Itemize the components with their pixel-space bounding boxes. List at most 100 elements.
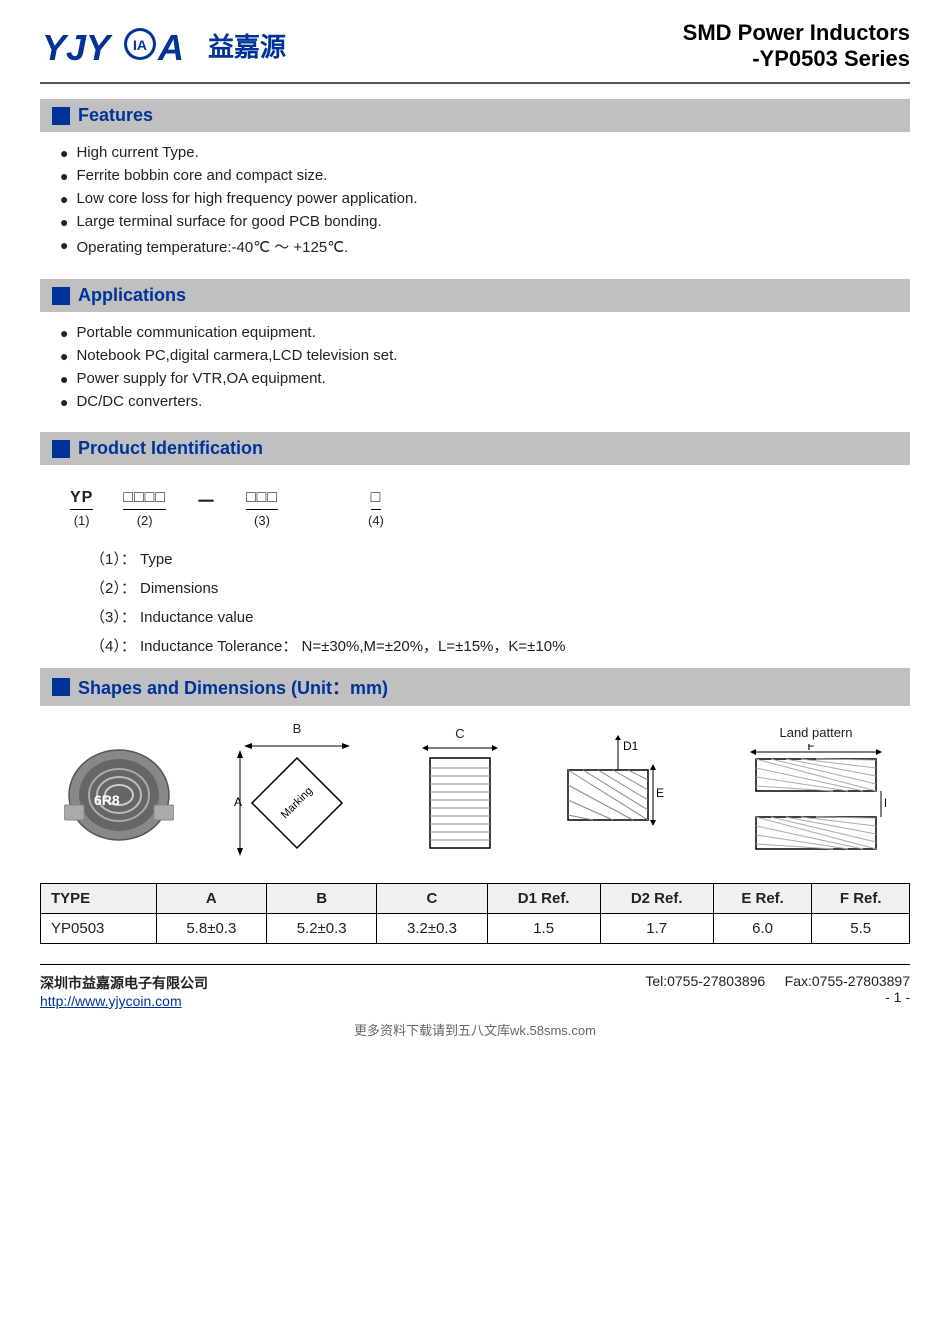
cell-f: 5.5 xyxy=(812,914,910,944)
logo-icon: YJY IA A xyxy=(40,20,200,70)
features-icon xyxy=(52,107,70,125)
table-row: YP0503 5.8±0.3 5.2±0.3 3.2±0.3 1.5 1.7 6… xyxy=(41,914,910,944)
pid-part1: YP (1) xyxy=(70,489,93,528)
features-header: Features xyxy=(40,99,910,132)
cell-type: YP0503 xyxy=(41,914,157,944)
cell-e: 6.0 xyxy=(713,914,812,944)
pid-legend-1: （1）： Type xyxy=(90,548,880,569)
features-title: Features xyxy=(78,105,153,126)
land-pattern: Land pattern F xyxy=(746,725,886,864)
col-e: E Ref. xyxy=(713,884,812,914)
fax: Fax:0755-27803897 xyxy=(785,973,910,989)
svg-text:E: E xyxy=(656,786,664,800)
title-line2: -YP0503 Series xyxy=(683,46,910,72)
features-list: High current Type. Ferrite bobbin core a… xyxy=(40,140,910,267)
cell-d2: 1.7 xyxy=(600,914,713,944)
shapes-title: Shapes and Dimensions (Unit：mm) xyxy=(78,674,388,700)
col-c: C xyxy=(377,884,487,914)
side-view: D1 E xyxy=(558,735,688,855)
pid-part1-label: (1) xyxy=(74,513,90,528)
land-pattern-label: Land pattern xyxy=(779,725,852,740)
svg-text:6R8: 6R8 xyxy=(94,792,120,808)
col-d2: D2 Ref. xyxy=(600,884,713,914)
applications-icon xyxy=(52,287,70,305)
land-pattern-svg: F D2 xyxy=(746,744,886,864)
applications-list: Portable communication equipment. Notebo… xyxy=(40,320,910,420)
pid-part1-code: YP xyxy=(70,489,93,510)
cell-c: 3.2±0.3 xyxy=(377,914,487,944)
website-link[interactable]: http://www.yjycoin.com xyxy=(40,993,182,1009)
page-footer: 深圳市益嘉源电子有限公司 http://www.yjycoin.com Tel:… xyxy=(40,964,910,1010)
feature-item-2: Ferrite bobbin core and compact size. xyxy=(60,167,910,184)
logo-box: YJY IA A 益嘉源 xyxy=(40,20,286,70)
shapes-diagrams: 6R8 B A Marking C xyxy=(40,721,910,868)
c-label: C xyxy=(455,726,464,741)
application-item-4: DC/DC converters. xyxy=(60,393,910,410)
table-header-row: TYPE A B C D1 Ref. D2 Ref. E Ref. F Ref. xyxy=(41,884,910,914)
top-view-svg: A Marking xyxy=(232,738,362,868)
tel: Tel:0755-27803896 xyxy=(645,973,765,989)
shapes-header: Shapes and Dimensions (Unit：mm) xyxy=(40,668,910,706)
coil-photo: 6R8 xyxy=(64,745,174,845)
company-name: 深圳市益嘉源电子有限公司 xyxy=(40,973,208,993)
feature-item-3: Low core loss for high frequency power a… xyxy=(60,190,910,207)
footer-left: 深圳市益嘉源电子有限公司 http://www.yjycoin.com xyxy=(40,973,208,1010)
pid-part2-label: (2) xyxy=(137,513,153,528)
pid-legend-2: （2）： Dimensions xyxy=(90,577,880,598)
application-item-1: Portable communication equipment. xyxy=(60,324,910,341)
pid-part3: □□□ (3) xyxy=(246,489,278,528)
pid-part3-label: (3) xyxy=(254,513,270,528)
product-id-header: Product Identification xyxy=(40,432,910,465)
col-b: B xyxy=(267,884,377,914)
col-f: F Ref. xyxy=(812,884,910,914)
applications-header: Applications xyxy=(40,279,910,312)
application-item-3: Power supply for VTR,OA equipment. xyxy=(60,370,910,387)
svg-text:A: A xyxy=(234,795,242,809)
dimensions-table: TYPE A B C D1 Ref. D2 Ref. E Ref. F Ref.… xyxy=(40,883,910,944)
col-type: TYPE xyxy=(41,884,157,914)
side-view-svg: D1 E xyxy=(558,735,688,855)
product-title: SMD Power Inductors -YP0503 Series xyxy=(683,20,910,72)
pid-legend-3: （3）： Inductance value xyxy=(90,606,880,627)
logo-cn-text: 益嘉源 xyxy=(208,27,286,64)
cell-a: 5.8±0.3 xyxy=(156,914,266,944)
watermark: 更多资料下载请到五八文库wk.58sms.com xyxy=(40,1020,910,1039)
pid-separator: － xyxy=(196,485,216,514)
svg-text:A: A xyxy=(157,27,184,68)
feature-item-1: High current Type. xyxy=(60,144,910,161)
svg-text:F: F xyxy=(807,744,814,753)
col-d1: D1 Ref. xyxy=(487,884,600,914)
application-item-2: Notebook PC,digital carmera,LCD televisi… xyxy=(60,347,910,364)
feature-item-5: Operating temperature:-40℃ ～ +125℃. xyxy=(60,236,910,257)
svg-text:D1: D1 xyxy=(623,739,639,753)
col-a: A xyxy=(156,884,266,914)
pid-part2: □□□□ (2) xyxy=(123,489,166,528)
page-number: - 1 - xyxy=(885,989,910,1005)
coil-svg: 6R8 xyxy=(64,745,174,845)
product-id-icon xyxy=(52,440,70,458)
pid-legend-4: （4）： Inductance Tolerance： N=±30%,M=±20%… xyxy=(90,635,880,656)
page-header: YJY IA A 益嘉源 SMD Power Inductors -YP0503… xyxy=(40,20,910,84)
feature-item-4: Large terminal surface for good PCB bond… xyxy=(60,213,910,230)
svg-text:D2: D2 xyxy=(884,796,886,810)
pid-part2-code: □□□□ xyxy=(123,489,166,510)
product-id-diagram: YP (1) □□□□ (2) － □□□ (3) □ (4) xyxy=(70,485,880,528)
product-id-legend: （1）： Type （2）： Dimensions （3）： Inductanc… xyxy=(90,548,880,656)
svg-text:IA: IA xyxy=(133,37,147,53)
shapes-icon xyxy=(52,678,70,696)
pid-part4-code: □ xyxy=(371,489,382,510)
top-view: B A Marking xyxy=(232,721,362,868)
cell-d1: 1.5 xyxy=(487,914,600,944)
svg-text:Marking: Marking xyxy=(279,785,315,821)
product-id-title: Product Identification xyxy=(78,438,263,459)
pid-part4-label: (4) xyxy=(368,513,384,528)
pid-part3-code: □□□ xyxy=(246,489,278,510)
footer-right: Tel:0755-27803896 Fax:0755-27803897 - 1 … xyxy=(645,973,910,1005)
front-view: C xyxy=(420,726,500,863)
svg-text:YJY: YJY xyxy=(42,27,113,68)
pid-part4: □ (4) xyxy=(368,489,384,528)
cell-b: 5.2±0.3 xyxy=(267,914,377,944)
b-label: B xyxy=(293,721,302,736)
logo-area: YJY IA A 益嘉源 xyxy=(40,20,286,70)
applications-title: Applications xyxy=(78,285,186,306)
